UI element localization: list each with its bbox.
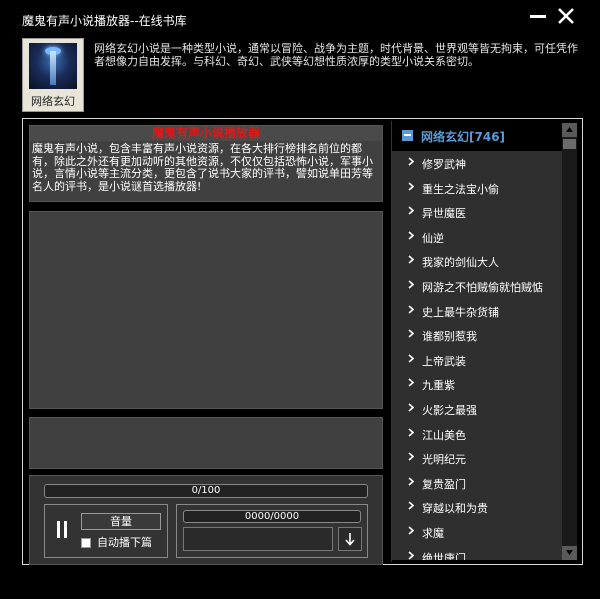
chevron-right-icon	[408, 354, 414, 363]
chevron-right-icon	[408, 403, 414, 412]
tree-item[interactable]: 上帝武装	[392, 348, 562, 373]
scroll-down-icon	[566, 550, 573, 555]
tree-item[interactable]: 穿越以和为贵	[392, 495, 562, 520]
tree-item-label: 我家的剑仙大人	[422, 256, 499, 270]
tree-item-label: 复贵盈门	[422, 477, 466, 491]
tree-item[interactable]: 仙逆	[392, 225, 562, 250]
tree-item[interactable]: 重生之法宝小偷	[392, 176, 562, 201]
auto-next-label: 自动播下篇	[97, 536, 152, 549]
tree-item-label: 异世魔医	[422, 207, 466, 221]
arrow-down-icon	[345, 533, 355, 546]
download-progress-text: 0000/0000	[244, 511, 300, 522]
chevron-right-icon	[408, 329, 414, 338]
category-thumbnail: 网络玄幻	[22, 38, 84, 112]
chevron-right-icon	[408, 231, 414, 240]
scroll-down-button[interactable]	[562, 546, 577, 560]
scroll-up-button[interactable]	[562, 123, 577, 137]
category-image	[29, 43, 77, 89]
tree-item[interactable]: 网游之不怕贼偷就怕贼惦	[392, 274, 562, 299]
pause-button[interactable]	[55, 521, 69, 539]
chevron-right-icon	[408, 378, 414, 387]
checkbox-box[interactable]	[81, 538, 91, 548]
playback-box: 音量 自动播下篇	[44, 504, 168, 558]
category-caption: 网络玄幻	[31, 95, 75, 108]
announcement-panel: 魔鬼有声小说播放器 魔鬼有声小说，包含丰富有声小说资源，在各大排行榜排名前位的都…	[29, 125, 383, 202]
tree-item[interactable]: 谁都别惹我	[392, 323, 562, 348]
chevron-right-icon	[408, 526, 414, 535]
tree-item-label: 上帝武装	[422, 354, 466, 368]
window-title: 魔鬼有声小说播放器--在线书库	[22, 14, 187, 28]
book-list-scrollbar[interactable]	[562, 123, 577, 560]
tree-item[interactable]: 修罗武神	[392, 151, 562, 176]
scroll-up-icon	[566, 127, 573, 132]
chevron-right-icon	[408, 452, 414, 461]
tree-item-label: 修罗武神	[422, 158, 466, 171]
close-icon	[558, 8, 574, 24]
chevron-right-icon	[408, 280, 414, 289]
chevron-right-icon	[408, 501, 414, 510]
tree-item[interactable]: 九重紫	[392, 372, 562, 397]
tree-item-label: 九重紫	[422, 379, 455, 393]
tree-item-label: 穿越以和为贵	[422, 502, 488, 516]
download-box: 0000/0000	[176, 504, 368, 558]
main-frame: 魔鬼有声小说播放器 魔鬼有声小说，包含丰富有声小说资源，在各大排行榜排名前位的都…	[22, 118, 583, 565]
chevron-right-icon	[408, 255, 414, 264]
download-button[interactable]	[338, 527, 362, 551]
minimize-icon	[530, 15, 546, 18]
tree-item-label: 网游之不怕贼偷就怕贼惦	[422, 280, 543, 294]
minimize-button[interactable]	[526, 4, 552, 28]
chevron-right-icon	[408, 157, 414, 166]
chevron-right-icon	[408, 304, 414, 314]
category-header: 网络玄幻 网络玄幻小说是一种类型小说，通常以冒险、战争为主题，时代背景、世界观等…	[22, 38, 582, 114]
tree-item-label: 江山美色	[422, 428, 466, 442]
book-tree-panel: 网络玄幻[746] 修罗武神重生之法宝小偷 异世魔医仙逆我家的剑仙大人网游之不怕贼…	[391, 121, 578, 562]
tree-item[interactable]: 复贵盈门	[392, 471, 562, 496]
tree-item[interactable]: 火影之最强	[392, 397, 562, 422]
chevron-right-icon	[408, 550, 414, 560]
playback-progress-bar[interactable]: 0/100	[44, 484, 368, 498]
announcement-title: 魔鬼有声小说播放器	[30, 126, 382, 141]
close-button[interactable]	[553, 4, 579, 28]
book-info-area	[29, 417, 383, 469]
download-progress-bar: 0000/0000	[183, 510, 361, 523]
chevron-right-icon	[408, 477, 414, 486]
pause-icon	[57, 521, 60, 538]
tree-item-label: 谁都别惹我	[422, 330, 477, 344]
tree-item[interactable]: 我家的剑仙大人	[392, 249, 562, 274]
tree-item[interactable]: 绝世唐门	[392, 545, 562, 561]
chevron-right-icon	[408, 427, 414, 437]
collapse-icon[interactable]	[402, 130, 413, 141]
tree-item[interactable]: 江山美色	[392, 422, 562, 447]
tree-item-label: 绝世唐门	[422, 551, 466, 561]
tree-item[interactable]: 史上最牛杂货铺	[392, 299, 562, 324]
category-description: 网络玄幻小说是一种类型小说，通常以冒险、战争为主题，时代背景、世界观等皆无拘束，…	[94, 42, 578, 68]
chevron-right-icon	[408, 206, 414, 215]
tree-item-label: 求魔	[422, 526, 444, 540]
episode-list-area[interactable]	[29, 211, 383, 409]
tree-item[interactable]: 光明纪元	[392, 446, 562, 471]
book-list[interactable]: 修罗武神重生之法宝小偷 异世魔医仙逆我家的剑仙大人网游之不怕贼偷就怕贼惦 史上最牛杂…	[392, 151, 562, 560]
tree-item-label: 火影之最强	[422, 403, 477, 417]
download-path-field[interactable]	[183, 527, 333, 551]
tree-item[interactable]: 异世魔医	[392, 200, 562, 225]
title-bar[interactable]: 魔鬼有声小说播放器--在线书库	[0, 0, 600, 36]
tree-item-label: 重生之法宝小偷	[422, 182, 499, 196]
tree-item-label: 史上最牛杂货铺	[422, 305, 499, 319]
scroll-thumb[interactable]	[563, 139, 576, 149]
tree-item-label: 光明纪元	[422, 453, 466, 467]
chevron-right-icon	[408, 181, 414, 191]
tree-item-label: 仙逆	[422, 231, 444, 245]
announcement-text: 魔鬼有声小说，包含丰富有声小说资源，在各大排行榜排名前位的都有，除此之外还有更加…	[32, 142, 373, 193]
player-controls: 0/100 音量 自动播下篇 0000/0000	[29, 475, 383, 565]
tree-item[interactable]: 求魔	[392, 520, 562, 545]
playback-progress-text: 0/100	[191, 485, 221, 496]
tree-root-label: 网络玄幻[746]	[421, 130, 506, 144]
volume-button[interactable]: 音量	[81, 513, 161, 530]
